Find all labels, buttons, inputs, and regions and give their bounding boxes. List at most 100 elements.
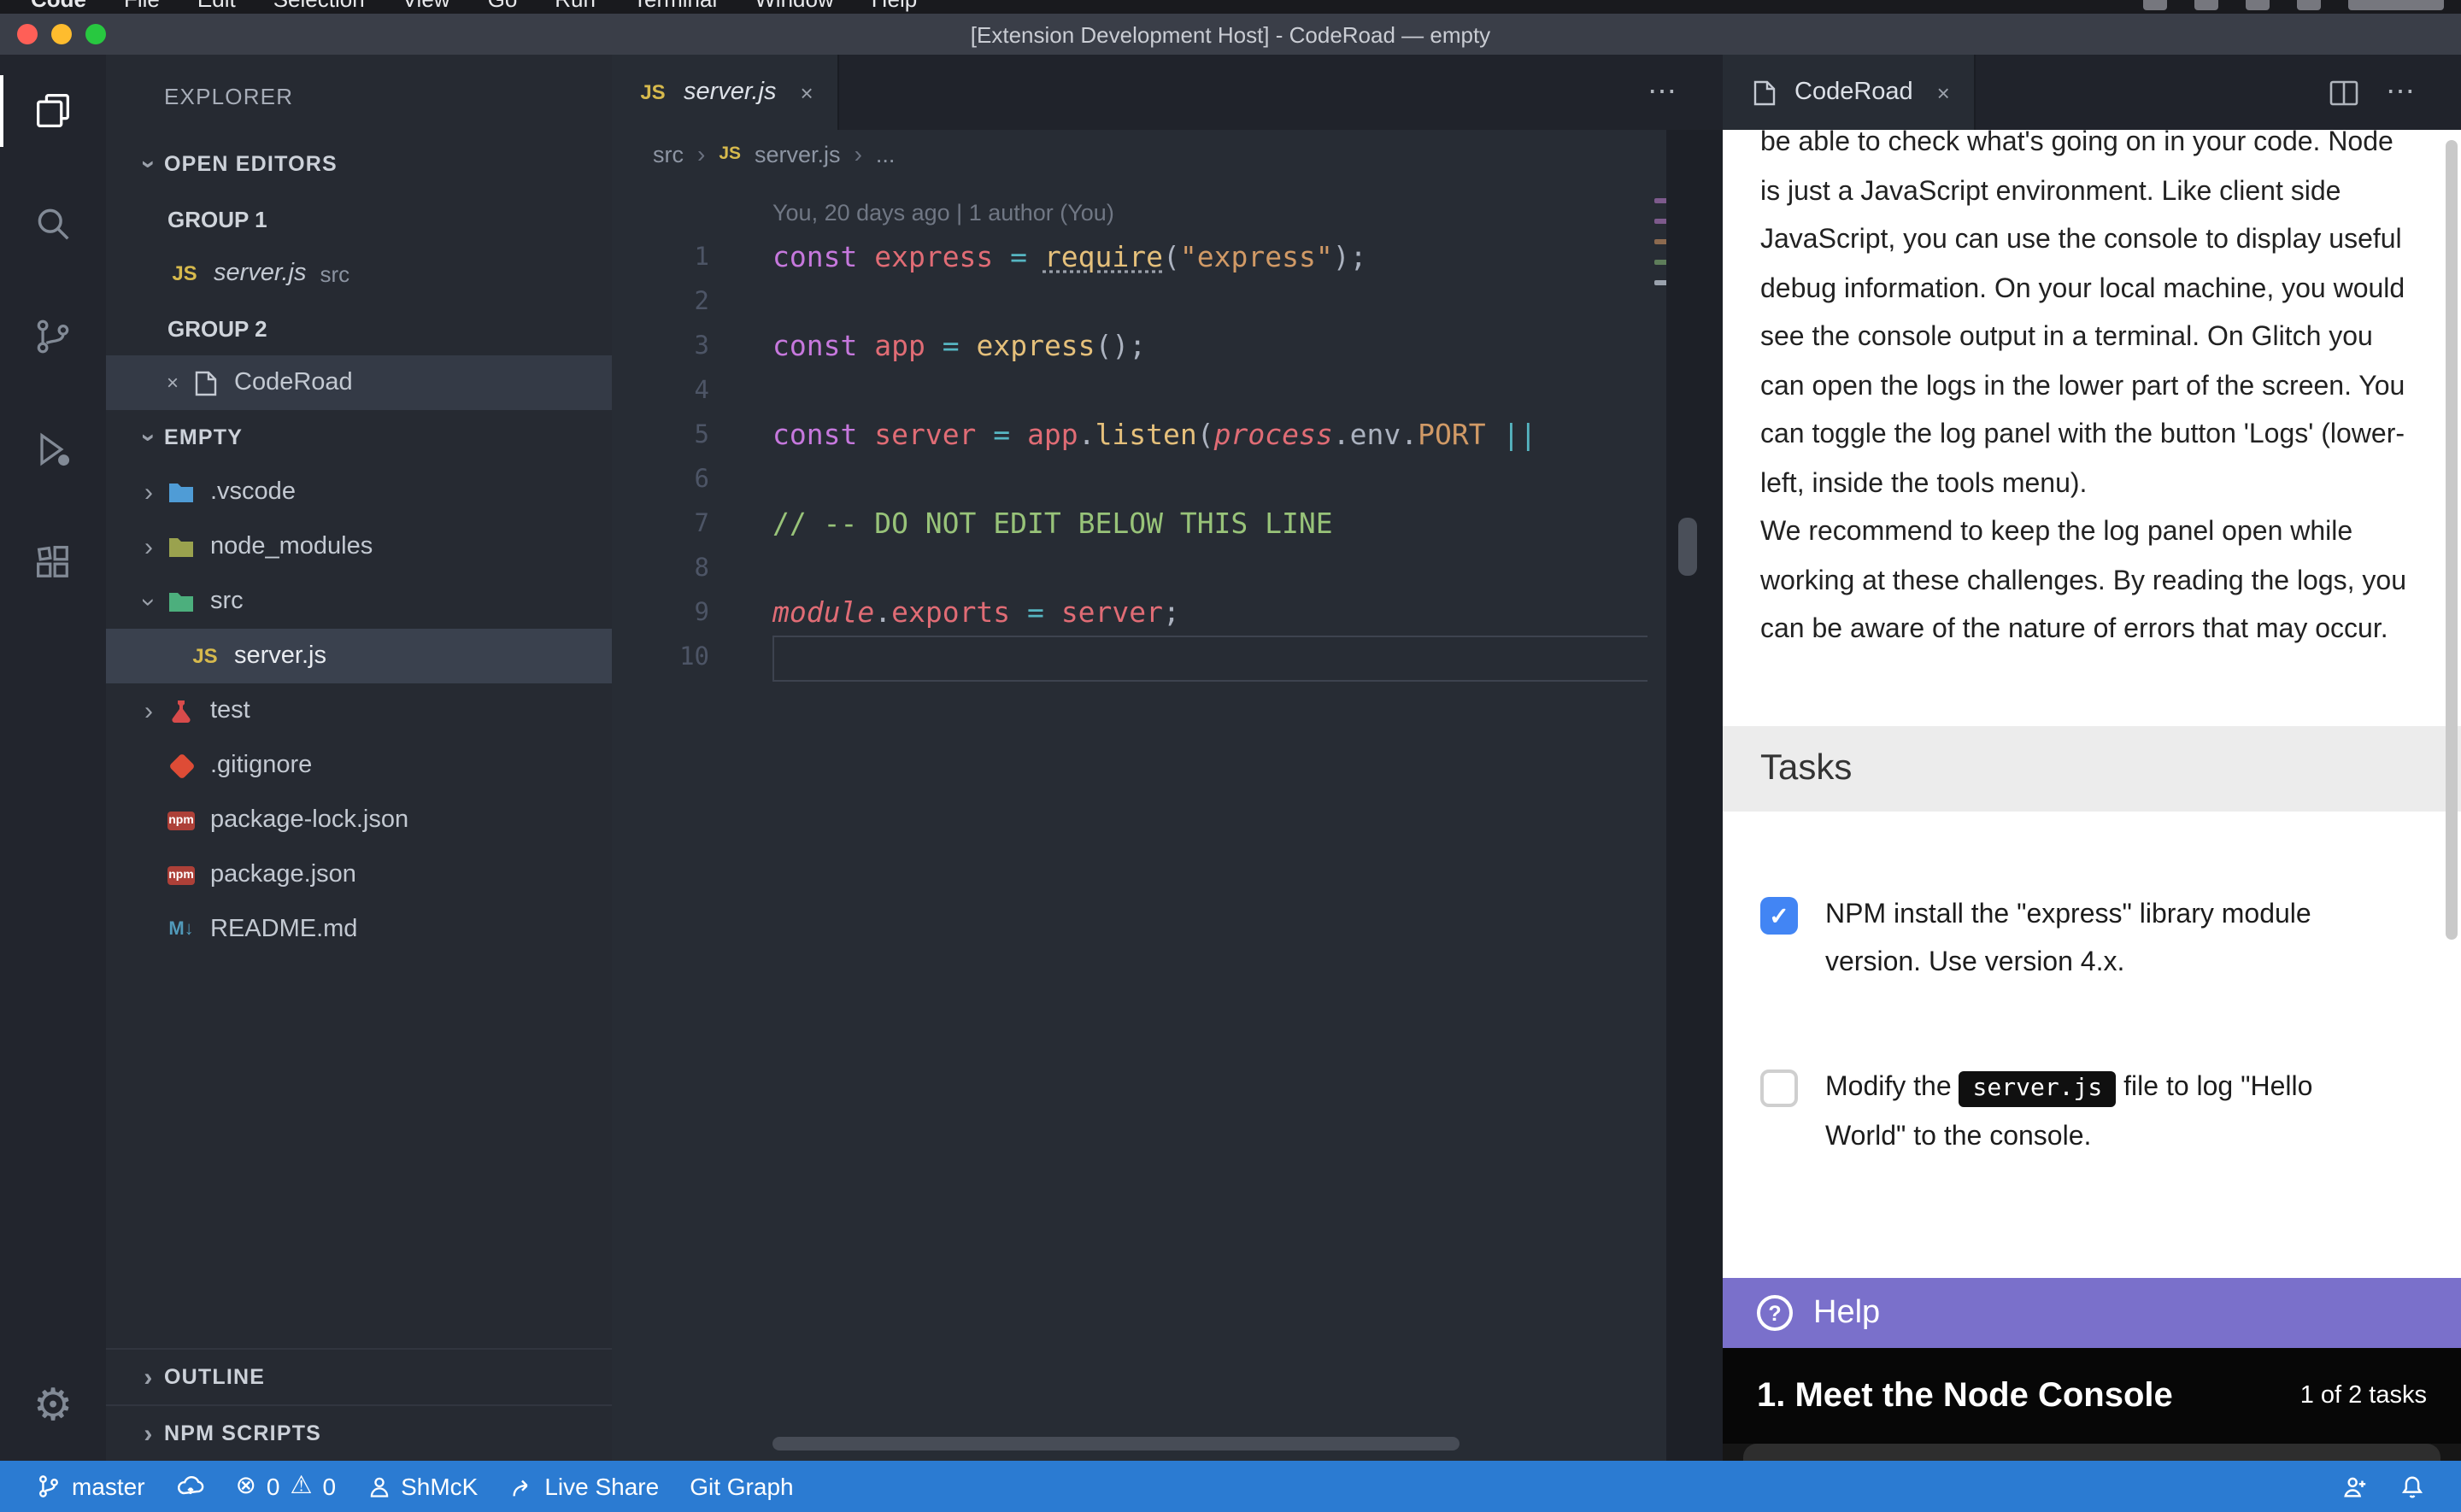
git-graph-button[interactable]: Git Graph <box>674 1461 808 1512</box>
horizontal-scrollbar[interactable] <box>772 1437 1460 1450</box>
close-editor-icon[interactable]: × <box>157 371 188 395</box>
menu-item-run[interactable]: Run <box>555 0 596 11</box>
tree-item-gitignore[interactable]: › .gitignore <box>106 738 612 793</box>
sync-changes-button[interactable] <box>161 1461 220 1512</box>
branch-indicator[interactable]: master <box>21 1461 161 1512</box>
minimize-window-button[interactable] <box>51 24 72 44</box>
task-item: Modify the server.js file to log "Hello … <box>1723 1064 2461 1160</box>
webview-scrollbar[interactable] <box>2446 140 2458 940</box>
menu-item-help[interactable]: Help <box>872 0 918 11</box>
tree-item-readme[interactable]: › M↓ README.md <box>106 902 612 957</box>
tree-item-package-lock[interactable]: › npm package-lock.json <box>106 793 612 847</box>
help-bar[interactable]: ? Help <box>1723 1278 2461 1348</box>
tab-coderoad[interactable]: CodeRoad × <box>1723 55 1976 130</box>
live-share-contacts-icon[interactable] <box>2326 1461 2384 1512</box>
breadcrumb-separator-icon: › <box>697 140 705 167</box>
line-number: 3 <box>612 325 709 369</box>
close-tab-icon[interactable]: × <box>801 79 813 105</box>
code-line[interactable]: 3const app = express(); <box>612 325 1666 369</box>
open-editor-serverjs[interactable]: JS server.js src <box>106 246 612 301</box>
code-text: // -- DO NOT EDIT BELOW THIS LINE <box>772 502 1333 547</box>
editor-actions-more-icon[interactable]: ⋯ <box>1648 75 1678 109</box>
line-number: 9 <box>612 591 709 636</box>
coderoad-tab-bar: CodeRoad × ⋯ <box>1723 55 2461 130</box>
problems-indicator[interactable]: ⊗ 0 ⚠ 0 <box>220 1461 352 1512</box>
open-editor-coderoad[interactable]: × CodeRoad <box>106 355 612 410</box>
tree-item-package-json[interactable]: › npm package.json <box>106 847 612 902</box>
chevron-right-icon: › <box>133 1419 164 1448</box>
tree-item-src[interactable]: › src <box>106 574 612 629</box>
split-editor-icon[interactable] <box>2329 79 2358 105</box>
menu-item-edit[interactable]: Edit <box>197 0 236 11</box>
editor-content[interactable]: src › JS server.js › ... You, 20 days ag… <box>612 130 1723 1461</box>
open-editors-label: OPEN EDITORS <box>164 152 338 176</box>
tree-item-test[interactable]: › test <box>106 683 612 738</box>
line-number: 7 <box>612 502 709 547</box>
run-debug-icon[interactable] <box>0 393 106 506</box>
live-share-button[interactable]: Live Share <box>493 1461 674 1512</box>
help-label: Help <box>1813 1294 1880 1332</box>
menubar-status-icon <box>2143 0 2167 10</box>
open-editor-name: CodeRoad <box>234 369 353 396</box>
lesson-footer[interactable]: 1. Meet the Node Console 1 of 2 tasks <box>1723 1348 2461 1444</box>
tree-item-vscode[interactable]: › .vscode <box>106 465 612 519</box>
notifications-bell-icon[interactable] <box>2384 1461 2440 1512</box>
line-number: 2 <box>612 280 709 325</box>
code-line[interactable]: 8 <box>612 547 1666 591</box>
task-checkbox-unchecked[interactable] <box>1760 1070 1798 1107</box>
code-line[interactable]: 1const express = require("express"); <box>612 236 1666 280</box>
git-icon <box>164 750 198 781</box>
tab-serverjs[interactable]: JS server.js × <box>612 55 839 130</box>
explorer-icon[interactable] <box>0 55 106 167</box>
tree-item-node-modules[interactable]: › node_modules <box>106 519 612 574</box>
macos-menubar: Code File Edit Selection View Go Run Ter… <box>0 0 2461 14</box>
test-flask-icon <box>164 695 198 726</box>
next-lesson-card[interactable] <box>1743 1444 2440 1461</box>
menu-item-terminal[interactable]: Terminal <box>633 0 717 11</box>
menu-item-code[interactable]: Code <box>31 0 86 11</box>
menu-item-selection[interactable]: Selection <box>273 0 365 11</box>
line-number: 4 <box>612 369 709 413</box>
menu-item-go[interactable]: Go <box>488 0 518 11</box>
account-item[interactable]: ShMcK <box>351 1461 493 1512</box>
folder-icon <box>164 477 198 507</box>
zoom-window-button[interactable] <box>85 24 106 44</box>
chevron-right-icon: › <box>133 696 164 725</box>
source-control-icon[interactable] <box>0 280 106 393</box>
tasks-list: ✓ NPM install the "express" library modu… <box>1723 812 2461 1278</box>
task-checkbox-checked[interactable]: ✓ <box>1760 897 1798 935</box>
code-line[interactable]: 6 <box>612 458 1666 502</box>
inline-code: server.js <box>1959 1071 2117 1107</box>
close-tab-icon[interactable]: × <box>1937 79 1950 105</box>
tree-item-serverjs[interactable]: › JS server.js <box>106 629 612 683</box>
open-editors-header[interactable]: › OPEN EDITORS <box>106 137 612 191</box>
menu-item-window[interactable]: Window <box>755 0 834 11</box>
code-editor[interactable]: You, 20 days ago | 1 author (You) 1const… <box>612 178 1666 1461</box>
search-icon[interactable] <box>0 167 106 280</box>
line-number: 6 <box>612 458 709 502</box>
breadcrumb-file[interactable]: server.js <box>755 141 841 167</box>
help-question-icon: ? <box>1757 1295 1793 1331</box>
menu-item-view[interactable]: View <box>402 0 450 11</box>
vertical-scrollbar[interactable] <box>1678 518 1697 576</box>
extensions-icon[interactable] <box>0 506 106 618</box>
code-line[interactable]: 2 <box>612 280 1666 325</box>
menubar-clock <box>2348 0 2444 10</box>
code-line[interactable]: 7 // -- DO NOT EDIT BELOW THIS LINE <box>612 502 1666 547</box>
gitlens-blame[interactable]: You, 20 days ago | 1 author (You) <box>772 191 1114 236</box>
code-line[interactable]: 5const server = app.listen(process.env.P… <box>612 413 1666 458</box>
outline-header[interactable]: › OUTLINE <box>106 1348 612 1404</box>
npm-scripts-header[interactable]: › NPM SCRIPTS <box>106 1404 612 1461</box>
file-icon <box>188 367 222 398</box>
close-window-button[interactable] <box>17 24 38 44</box>
workspace-header[interactable]: › EMPTY <box>106 410 612 465</box>
panel-more-actions-icon[interactable]: ⋯ <box>2386 75 2417 109</box>
code-line[interactable]: 4 <box>612 369 1666 413</box>
folder-open-icon <box>164 586 198 617</box>
breadcrumb-folder[interactable]: src <box>653 141 684 167</box>
code-line[interactable]: 9module.exports = server; <box>612 591 1666 636</box>
settings-gear-icon[interactable]: ⚙ <box>0 1348 106 1461</box>
menu-item-file[interactable]: File <box>124 0 160 11</box>
breadcrumb-more[interactable]: ... <box>876 141 896 167</box>
code-line[interactable]: 10 <box>612 636 1666 680</box>
